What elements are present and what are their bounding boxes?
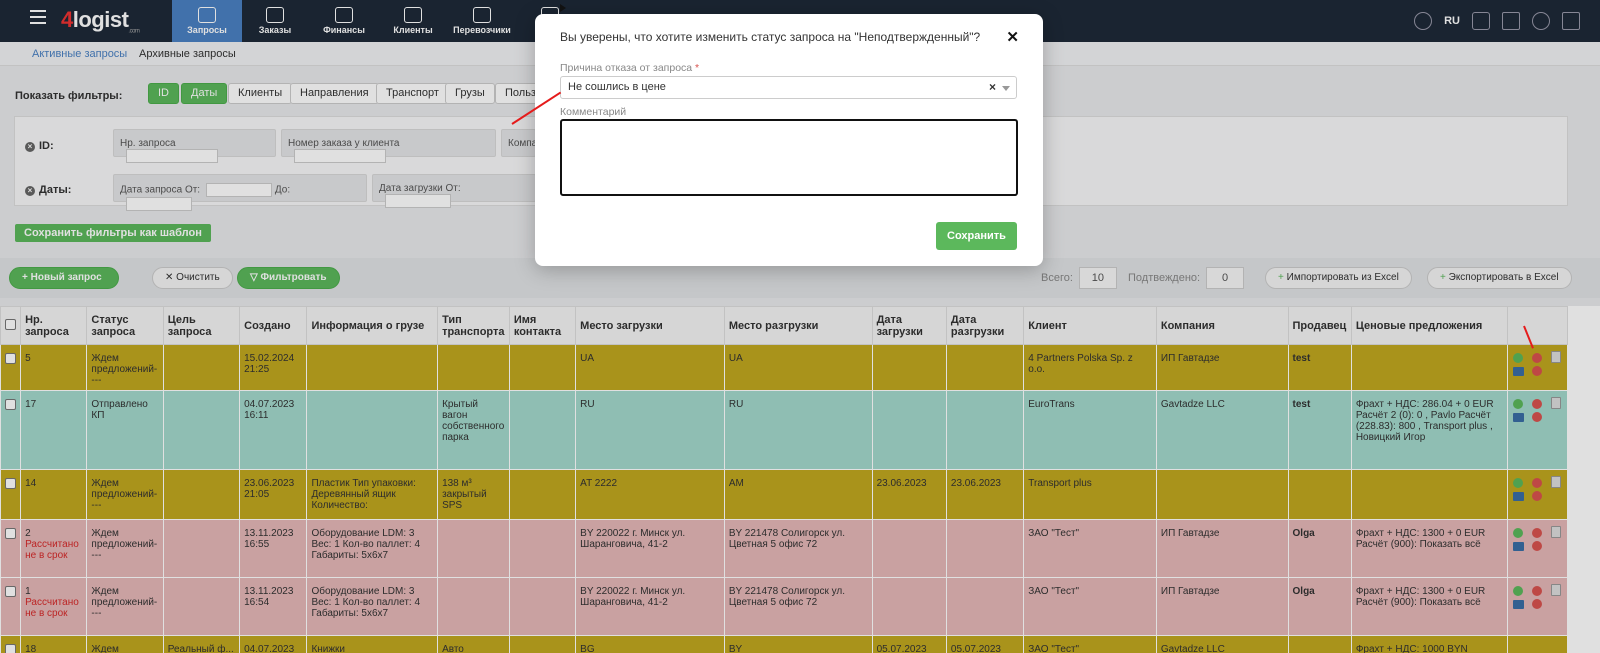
clear-selection-icon[interactable]: × [989,80,996,94]
reason-label: Причина отказа от запроса * [560,62,700,74]
comment-label: Комментарий [560,106,627,118]
modal-title: Вы уверены, что хотите изменить статус з… [560,30,981,44]
change-status-modal: Вы уверены, что хотите изменить статус з… [535,14,1043,266]
comment-textarea[interactable] [560,119,1018,196]
mouse-cursor-icon [560,4,566,12]
close-icon[interactable]: ✕ [1006,28,1019,46]
reason-selected-value: Не сошлись в цене [568,81,666,93]
chevron-down-icon[interactable] [1002,86,1010,91]
save-button[interactable]: Сохранить [936,222,1017,250]
reason-select[interactable]: Не сошлись в цене × [560,76,1017,99]
